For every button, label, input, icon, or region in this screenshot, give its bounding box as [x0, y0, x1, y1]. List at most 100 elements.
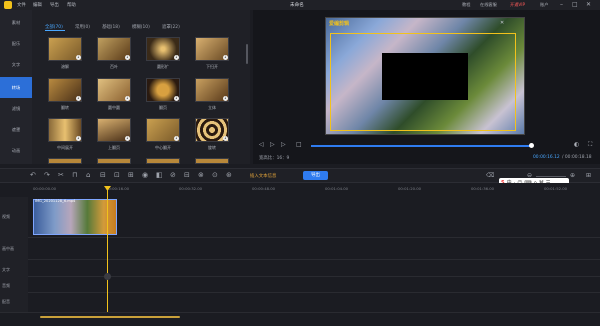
transition-label: 立体: [208, 105, 216, 110]
transition-thumb[interactable]: [146, 158, 180, 164]
download-icon[interactable]: ↓: [125, 136, 130, 141]
current-time: 00:00:16.12: [533, 155, 560, 160]
transition-label: 上翻页: [108, 145, 120, 150]
trash-icon[interactable]: ⌫: [486, 172, 494, 179]
download-icon[interactable]: ↓: [174, 96, 179, 101]
tool-icon[interactable]: ◉: [142, 171, 148, 179]
tool-icon[interactable]: ⊡: [114, 171, 120, 179]
next-frame-icon[interactable]: ▷: [281, 141, 286, 148]
menu-help[interactable]: 帮助: [67, 2, 76, 8]
stage-close-icon[interactable]: ✕: [500, 20, 504, 26]
nav-music[interactable]: 配乐: [0, 33, 32, 54]
document-title: 未命名: [290, 3, 304, 8]
download-icon[interactable]: ↓: [223, 55, 228, 60]
tool-icon[interactable]: ↷: [44, 171, 50, 179]
vip-link[interactable]: 开通VIP: [510, 2, 525, 8]
preview-progress-track[interactable]: [311, 145, 533, 147]
tool-icon[interactable]: ⊛: [226, 171, 232, 179]
minimize-icon[interactable]: –: [560, 1, 563, 8]
timeline-scrollbar[interactable]: [40, 316, 180, 318]
left-nav: 素材 配乐 文字 转场 滤镜 遮罩 动画: [0, 10, 32, 164]
play-icon[interactable]: ▷: [270, 141, 275, 148]
ruler-tick-label: 00:00:48.00: [252, 186, 276, 191]
download-icon[interactable]: ↓: [125, 55, 130, 60]
account-link[interactable]: 账户: [540, 2, 548, 8]
track-text-label: 文字: [2, 267, 10, 272]
transition-thumb[interactable]: [195, 158, 229, 164]
tool-icon[interactable]: ⊙: [212, 171, 218, 179]
download-icon[interactable]: ↓: [174, 136, 179, 141]
close-icon[interactable]: ✕: [586, 1, 591, 8]
active-tab-indicator: [45, 30, 65, 31]
tab-blur[interactable]: 模糊(10): [132, 24, 150, 30]
fit-icon[interactable]: ⊞: [586, 172, 591, 179]
download-icon[interactable]: ↓: [125, 96, 130, 101]
track-divider: [28, 237, 600, 238]
tool-icon[interactable]: ⊟: [100, 171, 106, 179]
nav-mask[interactable]: 遮罩: [0, 119, 32, 140]
volume-icon[interactable]: ◐: [574, 141, 579, 148]
prev-frame-icon[interactable]: ◁: [259, 141, 264, 148]
zoom-in-icon[interactable]: ⊕: [570, 172, 575, 179]
tool-icon[interactable]: ✂: [58, 171, 64, 179]
download-icon[interactable]: ↓: [76, 55, 81, 60]
tab-common[interactable]: 常用(0): [75, 24, 90, 30]
aspect-ratio-label[interactable]: 宽高比：16：9: [259, 155, 289, 161]
tool-icon[interactable]: ⊘: [170, 171, 176, 179]
track-divider: [28, 292, 600, 293]
tool-icon[interactable]: ⌂: [86, 171, 90, 179]
preview-progress-knob[interactable]: [529, 143, 534, 148]
transition-label: 百叶: [110, 64, 118, 69]
ruler-tick-label: 00:01:20.00: [398, 186, 422, 191]
tab-basic[interactable]: 基础(18): [102, 24, 120, 30]
watermark-text: 爱编剪辑: [329, 21, 350, 27]
nav-media[interactable]: 素材: [0, 12, 32, 33]
transition-label: 翻转: [61, 105, 69, 110]
menu-file[interactable]: 文件: [17, 2, 26, 8]
download-icon[interactable]: ↓: [76, 136, 81, 141]
transition-thumb[interactable]: [48, 158, 82, 164]
track-divider: [28, 259, 600, 260]
tool-icon[interactable]: ⊟: [184, 171, 190, 179]
track-video-label: 视频: [2, 214, 10, 219]
transition-thumb[interactable]: [97, 158, 131, 164]
transition-label: 翻页: [159, 105, 167, 110]
tool-icon[interactable]: ⊞: [128, 171, 134, 179]
download-icon[interactable]: ↓: [76, 96, 81, 101]
nav-transition[interactable]: 转场: [0, 77, 32, 98]
download-icon[interactable]: ↓: [223, 136, 228, 141]
video-clip[interactable]: [33, 199, 117, 235]
track-voice-label: 配音: [2, 299, 10, 304]
transition-label: 中心翻开: [155, 145, 171, 150]
transition-label: 旋转: [208, 145, 216, 150]
transition-label: 下扫开: [206, 64, 218, 69]
ruler-tick-label: 00:00:32.00: [179, 186, 203, 191]
transition-label: 圆中圆: [108, 105, 120, 110]
nav-text[interactable]: 文字: [0, 54, 32, 75]
tab-mask[interactable]: 遮罩(22): [162, 24, 180, 30]
insert-text-button[interactable]: 插入文本信息: [250, 173, 276, 179]
stop-icon[interactable]: □: [296, 141, 302, 148]
nav-filter[interactable]: 滤镜: [0, 98, 32, 119]
tool-icon[interactable]: ◧: [156, 171, 163, 179]
menu-edit[interactable]: 编辑: [33, 2, 42, 8]
maximize-icon[interactable]: □: [572, 1, 578, 8]
download-icon[interactable]: ↓: [223, 96, 228, 101]
playhead[interactable]: [107, 186, 108, 322]
audio-keyframe[interactable]: [104, 273, 111, 280]
library-scrollbar[interactable]: [246, 44, 248, 64]
tool-icon[interactable]: ↶: [30, 171, 36, 179]
export-button[interactable]: 导出: [303, 171, 328, 180]
timeline-footer: [0, 312, 600, 326]
fullscreen-icon[interactable]: ⛶: [588, 141, 592, 149]
clip-label: IMG_20201128_6.mp4: [35, 199, 76, 203]
zoom-slider[interactable]: [536, 176, 566, 177]
tutorial-link[interactable]: 教程: [462, 2, 470, 8]
download-icon[interactable]: ↓: [174, 55, 179, 60]
menu-export[interactable]: 导出: [50, 2, 59, 8]
title-bar: 文件 编辑 导出 帮助 未命名 教程 在线客服 开通VIP 账户 – □ ✕: [0, 0, 600, 10]
tool-icon[interactable]: ⊓: [72, 171, 77, 179]
support-link[interactable]: 在线客服: [480, 2, 497, 8]
tool-icon[interactable]: ⊗: [198, 171, 204, 179]
nav-animation[interactable]: 动画: [0, 140, 32, 161]
